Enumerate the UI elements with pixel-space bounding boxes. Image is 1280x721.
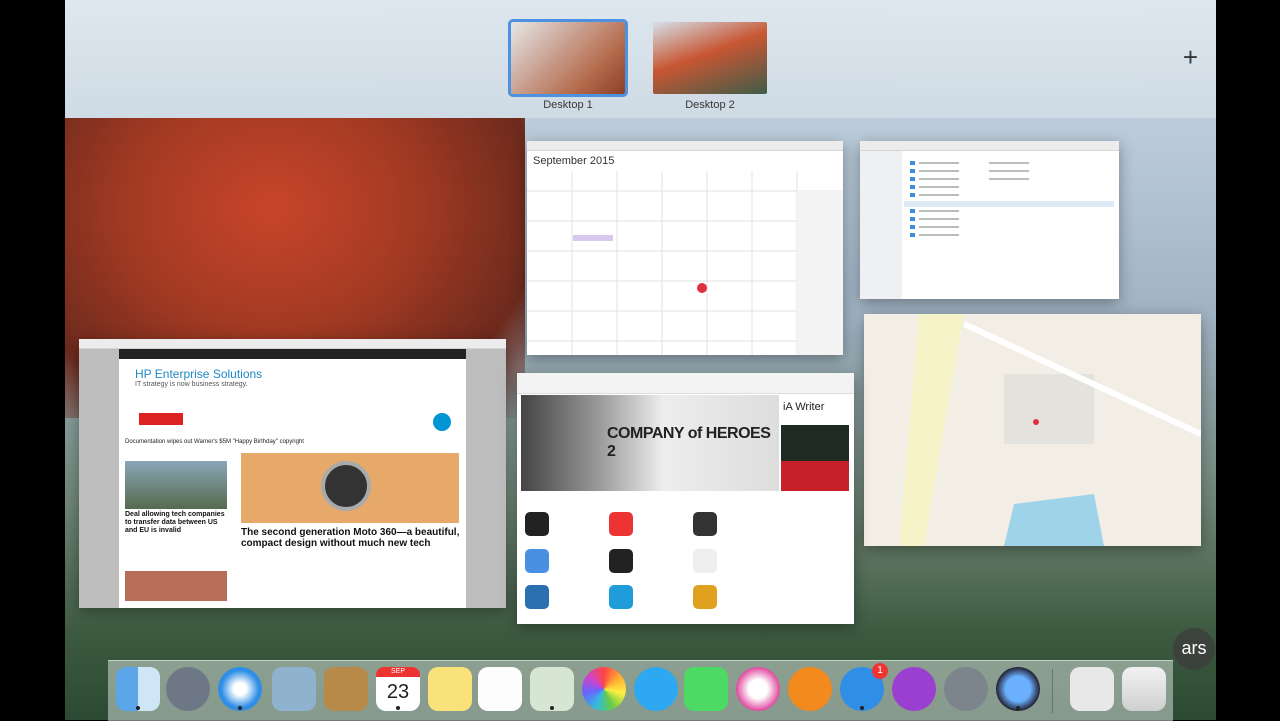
photos-icon[interactable] xyxy=(582,667,626,711)
calendar-icon-month: SEP xyxy=(376,667,420,677)
story-image xyxy=(125,461,227,509)
ad-tagline: IT strategy is now business strategy. xyxy=(135,381,248,388)
messages-icon[interactable] xyxy=(634,667,678,711)
appstore-window[interactable]: COMPANY of HEROES 2 iA Writer xyxy=(517,373,854,624)
quicktime-icon[interactable] xyxy=(996,667,1040,711)
contacts-icon[interactable] xyxy=(324,667,368,711)
safari-icon[interactable] xyxy=(218,667,262,711)
story-image xyxy=(125,571,227,601)
safari-window[interactable]: HP Enterprise Solutions IT strategy is n… xyxy=(79,339,506,608)
map-view xyxy=(899,314,1201,546)
calendar-month: September 2015 xyxy=(533,155,615,167)
ars-watermark: ars xyxy=(1173,628,1215,670)
watch-face xyxy=(321,461,371,511)
feedback-icon[interactable] xyxy=(892,667,936,711)
dock-separator xyxy=(1052,669,1053,713)
system-preferences-icon[interactable] xyxy=(944,667,988,711)
ad-button[interactable] xyxy=(139,413,183,425)
main-story-headline[interactable]: The second generation Moto 360—a beautif… xyxy=(241,527,461,549)
site-nav xyxy=(119,349,466,359)
page-margin-right xyxy=(466,349,506,608)
space-thumb-desktop-1[interactable] xyxy=(508,19,628,97)
ibooks-icon[interactable] xyxy=(788,667,832,711)
calendar-window[interactable]: September 2015 xyxy=(527,141,843,355)
space-label: Desktop 1 xyxy=(543,99,593,111)
add-space-button[interactable]: + xyxy=(1183,42,1198,72)
facetime-icon[interactable] xyxy=(684,667,728,711)
preview-icon[interactable] xyxy=(272,667,316,711)
headline-small[interactable]: Documentation wipes out Warner's $5M "Ha… xyxy=(125,439,445,445)
watch-image xyxy=(241,453,459,523)
finder-sidebar xyxy=(860,151,902,299)
toolbar xyxy=(517,373,854,394)
side-banner-red[interactable] xyxy=(781,461,849,491)
side-story-headline[interactable]: Deal allowing tech companies to transfer… xyxy=(125,511,229,535)
document-icon[interactable] xyxy=(1070,667,1114,711)
title-bar xyxy=(79,339,506,349)
trash-icon[interactable] xyxy=(1122,667,1166,711)
title-bar xyxy=(527,141,843,151)
appstore-icon[interactable]: 1 xyxy=(840,663,888,711)
app-grid xyxy=(525,512,717,609)
reminders-icon[interactable] xyxy=(478,667,522,711)
side-banner[interactable] xyxy=(781,425,849,461)
finder-file-list xyxy=(904,161,1114,237)
calendar-icon[interactable]: SEP 23 xyxy=(376,667,420,711)
finder-window[interactable] xyxy=(860,141,1119,299)
desktop: Desktop 1 Desktop 2 + September 2015 HP … xyxy=(65,0,1216,720)
spaces-bar: Desktop 1 Desktop 2 + xyxy=(65,0,1216,118)
hp-logo-icon xyxy=(433,413,451,431)
space-thumb-desktop-2[interactable] xyxy=(653,22,767,94)
calendar-grid xyxy=(527,171,843,355)
title-bar xyxy=(860,141,1119,151)
maps-icon[interactable] xyxy=(530,667,574,711)
page-margin-left xyxy=(79,349,119,608)
side-app-title: iA Writer xyxy=(783,401,825,413)
launchpad-icon[interactable] xyxy=(166,667,210,711)
notes-icon[interactable] xyxy=(428,667,472,711)
space-label: Desktop 2 xyxy=(685,99,735,111)
appstore-badge: 1 xyxy=(872,663,888,679)
calendar-icon-day: 23 xyxy=(386,681,410,703)
finder-icon[interactable] xyxy=(116,667,160,711)
itunes-icon[interactable] xyxy=(736,667,780,711)
maps-window[interactable] xyxy=(864,314,1201,546)
featured-title: COMPANY of HEROES 2 xyxy=(607,425,771,460)
featured-banner[interactable]: COMPANY of HEROES 2 xyxy=(521,395,779,491)
ad-brand: HP Enterprise Solutions xyxy=(135,367,263,381)
dock: SEP 23 1 xyxy=(108,660,1173,721)
